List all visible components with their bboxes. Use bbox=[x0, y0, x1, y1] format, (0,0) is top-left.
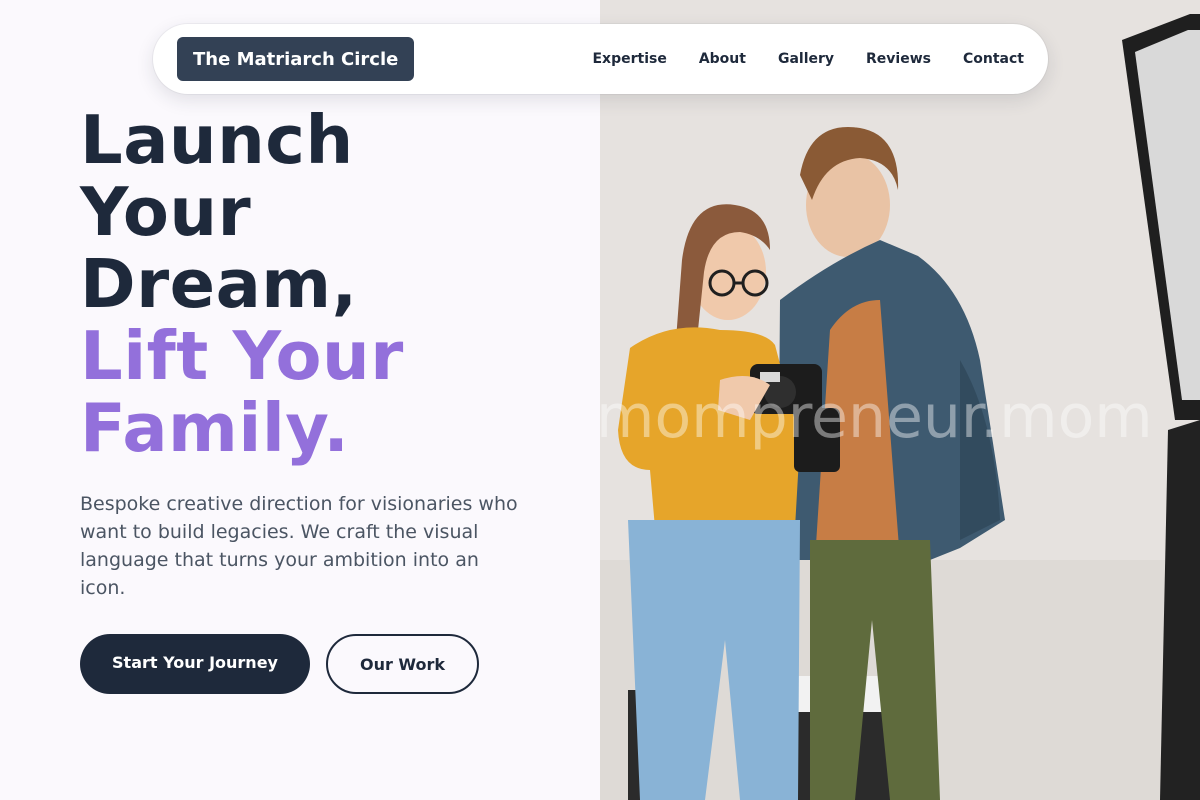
headline-accent-line-2: Family. bbox=[80, 389, 350, 467]
brand-logo[interactable]: The Matriarch Circle bbox=[177, 37, 415, 81]
nav-link-gallery[interactable]: Gallery bbox=[778, 51, 834, 67]
our-work-button[interactable]: Our Work bbox=[326, 634, 479, 694]
watermark-text: mompreneur.mom bbox=[600, 382, 1153, 452]
hero-photo: mompreneur.mom bbox=[600, 0, 1200, 800]
cta-group: Start Your Journey Our Work bbox=[80, 634, 479, 694]
start-journey-button[interactable]: Start Your Journey bbox=[80, 634, 310, 694]
headline-accent-line-1: Lift Your bbox=[80, 317, 404, 395]
headline-line-1: Launch bbox=[80, 101, 354, 179]
headline-line-3: Dream, bbox=[80, 245, 358, 323]
top-navbar: The Matriarch Circle Expertise About Gal… bbox=[153, 24, 1048, 94]
nav-links: Expertise About Gallery Reviews Contact bbox=[592, 51, 1024, 67]
headline-line-2: Your bbox=[80, 173, 252, 251]
hero-headline: Launch Your Dream, Lift Your Family. bbox=[80, 104, 404, 464]
page: Launch Your Dream, Lift Your Family. Bes… bbox=[0, 0, 1200, 800]
hero-content: Launch Your Dream, Lift Your Family. Bes… bbox=[0, 0, 600, 800]
nav-link-contact[interactable]: Contact bbox=[963, 51, 1024, 67]
nav-link-about[interactable]: About bbox=[699, 51, 746, 67]
nav-link-expertise[interactable]: Expertise bbox=[592, 51, 666, 67]
nav-link-reviews[interactable]: Reviews bbox=[866, 51, 931, 67]
hero-description: Bespoke creative direction for visionari… bbox=[80, 493, 518, 599]
